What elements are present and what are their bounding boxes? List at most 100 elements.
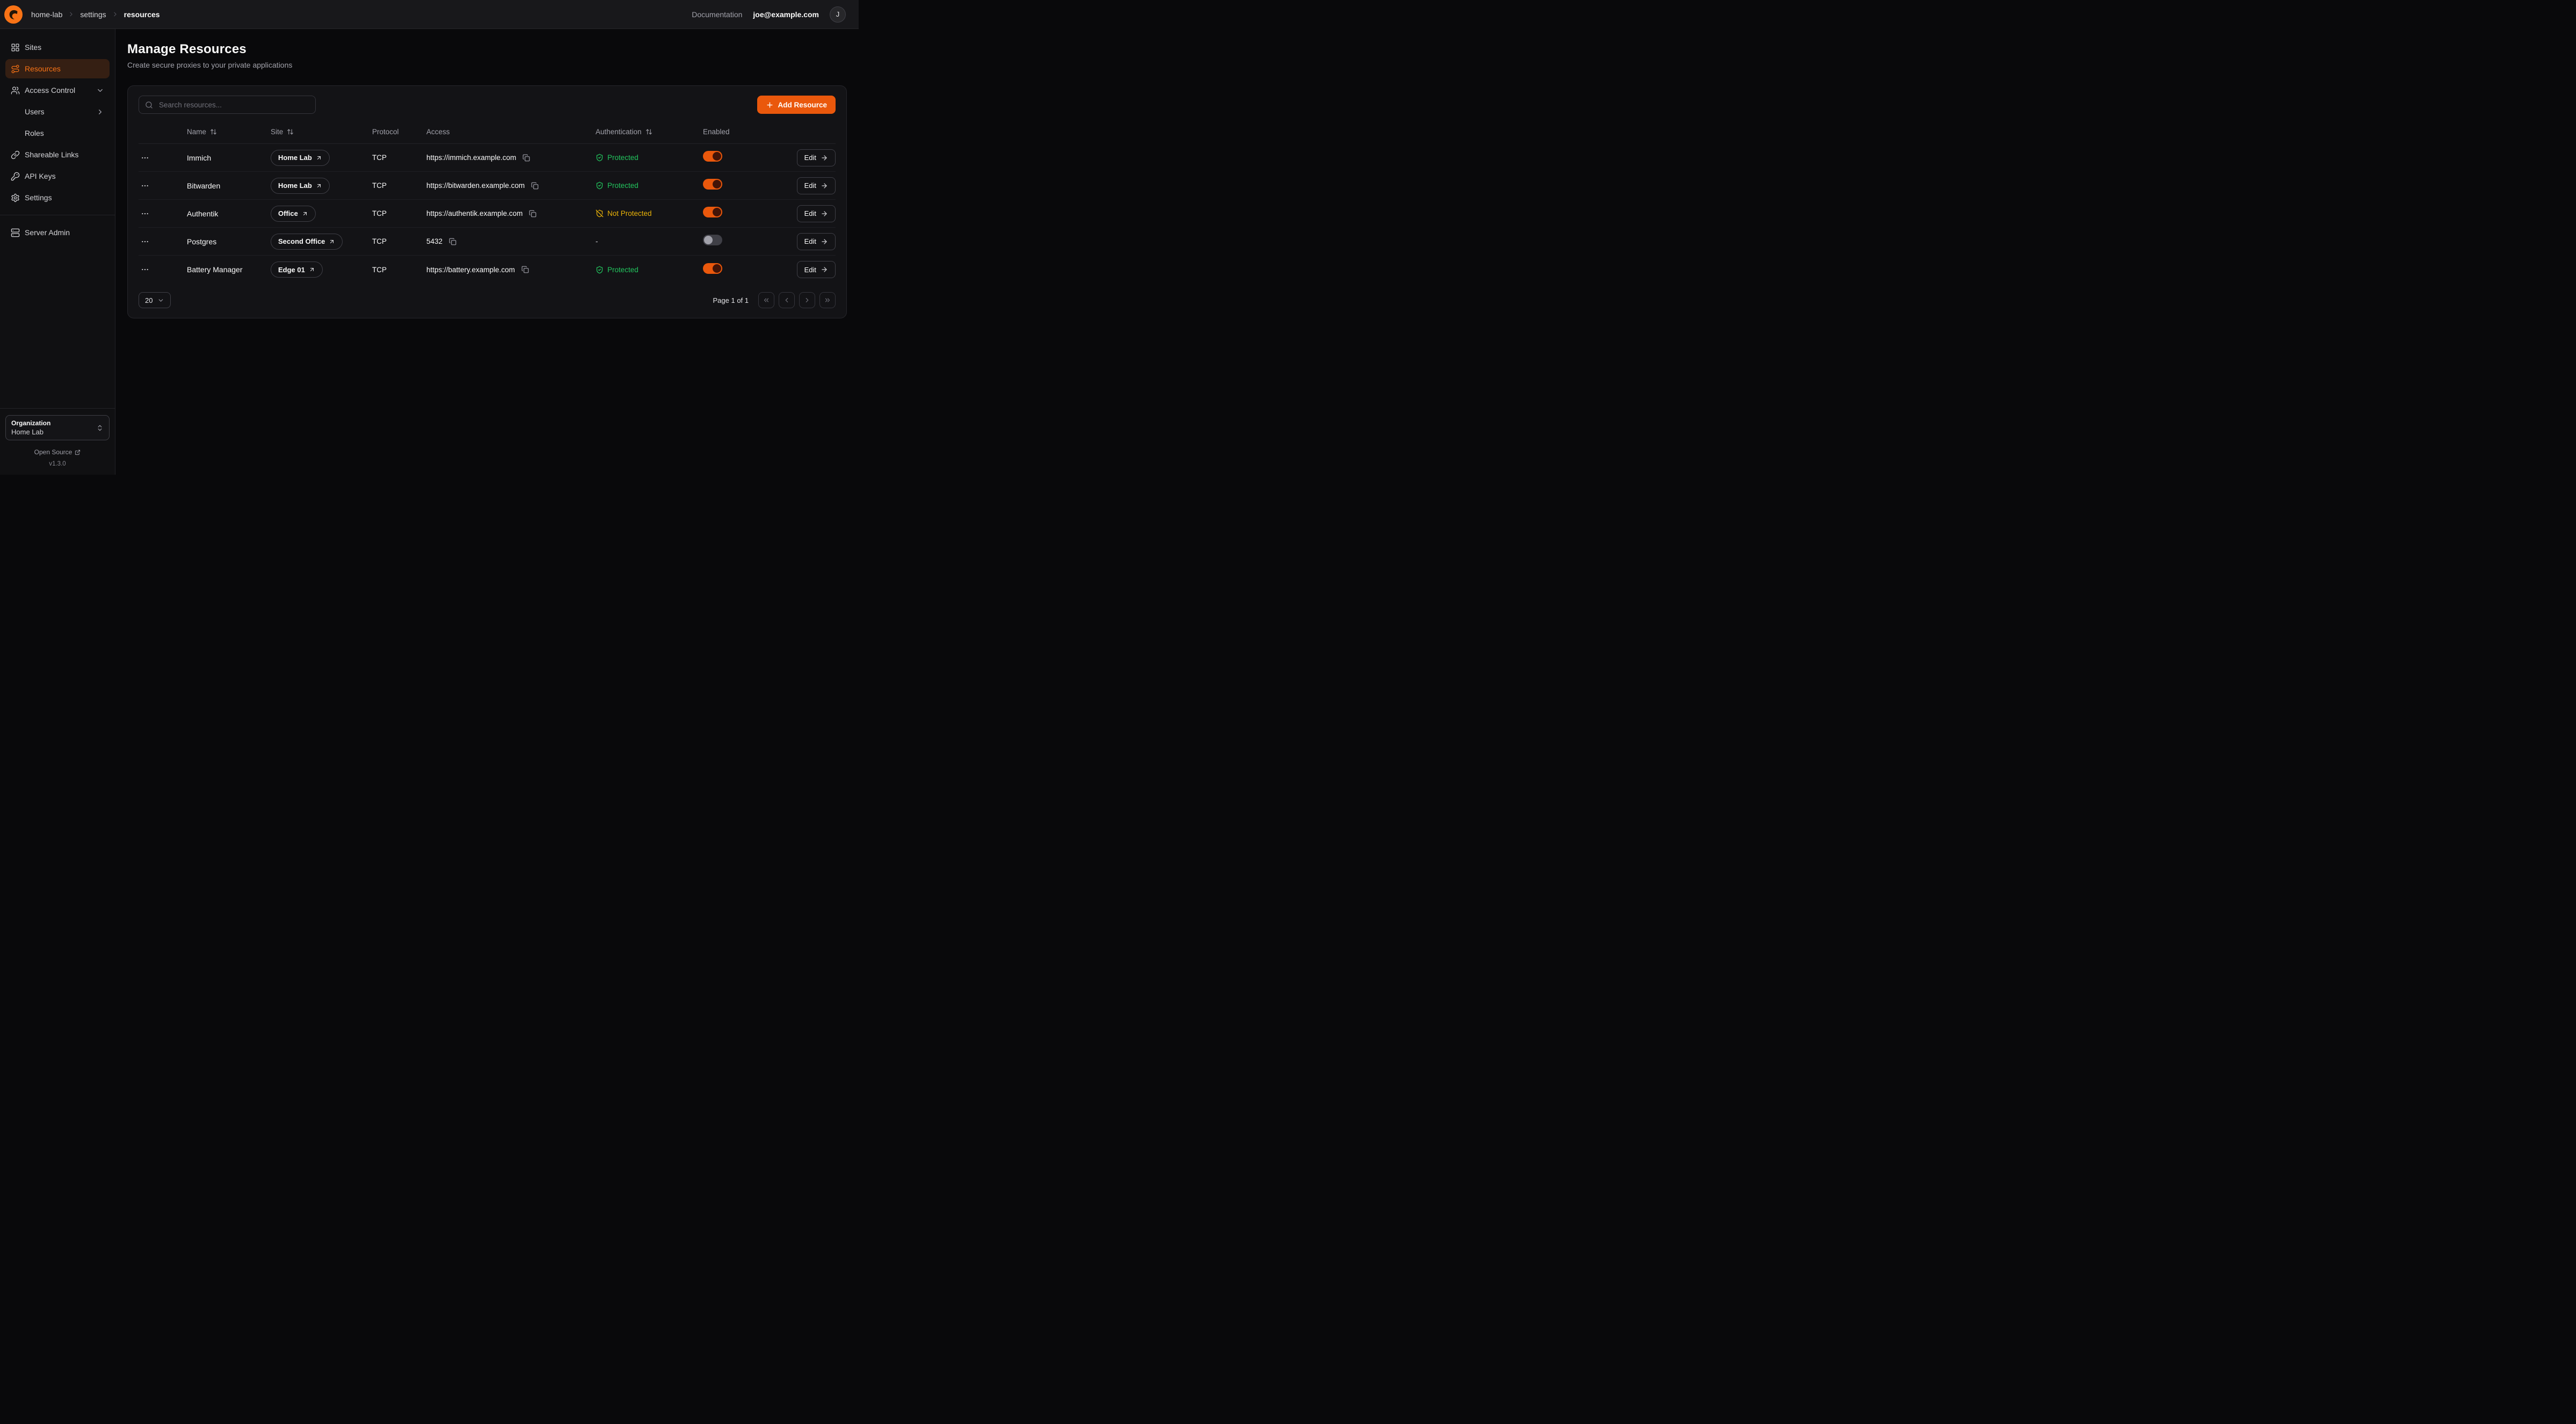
edit-label: Edit <box>804 209 816 217</box>
arrow-up-right-icon <box>302 210 308 217</box>
copy-icon <box>531 182 539 190</box>
site-link[interactable]: Edge 01 <box>271 261 323 278</box>
resources-table: Name Site Protocol Access <box>139 120 836 284</box>
page-title: Manage Resources <box>127 42 847 57</box>
column-header-name[interactable]: Name <box>187 128 271 136</box>
sidebar-item-label: Resources <box>25 64 61 73</box>
sidebar-item-api-keys[interactable]: API Keys <box>5 166 110 186</box>
column-label: Protocol <box>372 128 399 136</box>
row-menu-button[interactable] <box>141 234 157 249</box>
site-link[interactable]: Home Lab <box>271 150 330 166</box>
sidebar-item-shareable-links[interactable]: Shareable Links <box>5 145 110 164</box>
arrow-up-right-icon <box>329 238 335 245</box>
column-label: Enabled <box>703 128 730 136</box>
next-page-button[interactable] <box>799 292 815 308</box>
sidebar-item-server-admin[interactable]: Server Admin <box>5 223 110 242</box>
auth-label: Protected <box>607 154 638 162</box>
sidebar-item-settings[interactable]: Settings <box>5 188 110 207</box>
copy-button[interactable] <box>448 237 458 246</box>
auth-status: Protected <box>596 154 703 162</box>
open-source-label: Open Source <box>34 448 72 456</box>
edit-button[interactable]: Edit <box>797 261 836 278</box>
app-logo[interactable] <box>4 5 23 24</box>
row-menu-button[interactable] <box>141 178 157 193</box>
row-menu-button[interactable] <box>141 150 157 165</box>
copy-icon <box>449 238 456 245</box>
resource-access: https://authentik.example.com <box>426 209 523 217</box>
enabled-toggle[interactable] <box>703 151 722 162</box>
column-header-site[interactable]: Site <box>271 128 372 136</box>
table-header-row: Name Site Protocol Access <box>139 120 836 144</box>
enabled-toggle[interactable] <box>703 207 722 217</box>
table-row: Authentik Office TCP https://authentik.e… <box>139 200 836 228</box>
copy-button[interactable] <box>530 181 540 191</box>
site-link[interactable]: Home Lab <box>271 178 330 194</box>
edit-button[interactable]: Edit <box>797 177 836 194</box>
column-label: Authentication <box>596 128 642 136</box>
resource-name: Bitwarden <box>187 181 271 190</box>
copy-button[interactable] <box>528 209 538 219</box>
auth-label: Not Protected <box>607 209 652 217</box>
avatar[interactable]: J <box>830 6 846 23</box>
resource-access: https://bitwarden.example.com <box>426 181 525 190</box>
arrow-right-icon <box>821 154 828 162</box>
row-menu-button[interactable] <box>141 262 157 277</box>
external-link-icon <box>75 449 81 455</box>
chevron-right-icon <box>68 11 75 18</box>
chevron-right-icon <box>96 108 104 116</box>
sidebar-item-label: Shareable Links <box>25 150 78 159</box>
last-page-button[interactable] <box>819 292 836 308</box>
topbar: home-lab settings resources Documentatio… <box>0 0 859 29</box>
open-source-link[interactable]: Open Source <box>5 448 110 456</box>
sidebar-item-access-control[interactable]: Access Control <box>5 81 110 100</box>
main-content: Manage Resources Create secure proxies t… <box>115 29 859 475</box>
add-resource-button[interactable]: Add Resource <box>757 96 836 114</box>
user-email[interactable]: joe@example.com <box>753 10 819 19</box>
edit-button[interactable]: Edit <box>797 149 836 166</box>
organization-selector[interactable]: Organization Home Lab <box>5 415 110 440</box>
link-icon <box>11 150 20 159</box>
column-header-protocol: Protocol <box>372 128 426 136</box>
gear-icon <box>11 193 20 202</box>
edit-button[interactable]: Edit <box>797 205 836 222</box>
pangolin-logo-icon <box>4 5 23 24</box>
resource-protocol: TCP <box>372 266 426 274</box>
chevrons-left-icon <box>763 296 770 304</box>
sidebar: Sites Resources Access Control Users <box>0 29 115 475</box>
first-page-button[interactable] <box>758 292 774 308</box>
documentation-link[interactable]: Documentation <box>692 10 742 19</box>
sidebar-item-label: Access Control <box>25 86 75 95</box>
arrow-up-right-icon <box>309 266 315 273</box>
site-link[interactable]: Second Office <box>271 234 343 250</box>
sidebar-item-users[interactable]: Users <box>5 102 110 121</box>
column-header-access: Access <box>426 128 596 136</box>
row-menu-button[interactable] <box>141 206 157 221</box>
copy-button[interactable] <box>520 265 530 274</box>
column-header-authentication[interactable]: Authentication <box>596 128 703 136</box>
auth-status: Protected <box>596 266 703 274</box>
sidebar-item-resources[interactable]: Resources <box>5 59 110 78</box>
sidebar-item-roles[interactable]: Roles <box>5 123 110 143</box>
enabled-toggle[interactable] <box>703 179 722 190</box>
sidebar-item-sites[interactable]: Sites <box>5 38 110 57</box>
resource-access: 5432 <box>426 237 442 245</box>
breadcrumb-settings[interactable]: settings <box>80 10 106 19</box>
site-link[interactable]: Office <box>271 206 316 222</box>
table-row: Postgres Second Office TCP 5432 - <box>139 228 836 256</box>
table-body: Immich Home Lab TCP https://immich.examp… <box>139 144 836 284</box>
key-icon <box>11 172 20 181</box>
resource-name: Postgres <box>187 237 271 246</box>
page-size-select[interactable]: 20 <box>139 292 171 308</box>
ellipsis-icon <box>141 237 149 246</box>
edit-button[interactable]: Edit <box>797 233 836 250</box>
route-icon <box>11 64 20 74</box>
enabled-toggle[interactable] <box>703 263 722 274</box>
search-input[interactable] <box>158 100 309 110</box>
copy-button[interactable] <box>521 153 531 163</box>
resource-name: Immich <box>187 154 271 162</box>
enabled-toggle[interactable] <box>703 235 722 245</box>
previous-page-button[interactable] <box>779 292 795 308</box>
breadcrumb-home-lab[interactable]: home-lab <box>31 10 62 19</box>
arrow-up-right-icon <box>316 183 322 189</box>
sidebar-item-label: Users <box>25 107 45 116</box>
